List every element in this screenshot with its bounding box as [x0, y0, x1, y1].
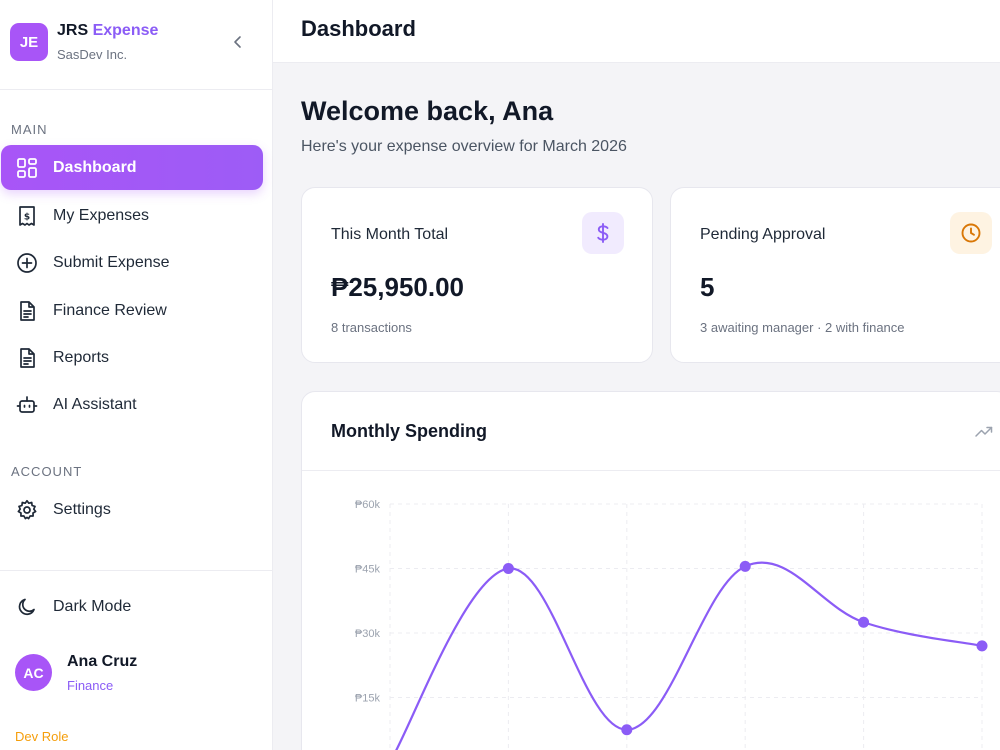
data-point: [621, 724, 633, 736]
stat-sub: 8 transactions: [331, 320, 412, 335]
page-title: Dashboard: [301, 16, 416, 41]
svg-text:$: $: [24, 212, 30, 222]
brand-logo: JE: [10, 23, 48, 61]
brand-name: JRS Expense: [57, 22, 158, 40]
user-name: Ana Cruz: [67, 653, 138, 670]
dev-role-link[interactable]: Dev Role: [15, 729, 68, 744]
brand-name-prefix: JRS: [57, 22, 89, 39]
stat-sub: 3 awaiting manager · 2 with finance: [700, 320, 905, 335]
clock-icon: [950, 212, 992, 254]
sidebar-item-submit-expense[interactable]: Submit Expense: [1, 240, 263, 285]
welcome-heading: Welcome back, Ana: [301, 96, 554, 126]
sidebar: JE JRS Expense SasDev Inc. MAIN Dashboar…: [0, 0, 273, 750]
dashboard-grid-icon: [15, 156, 39, 180]
stat-value: ₱25,950.00: [331, 272, 465, 302]
stat-card-month-total: This Month Total ₱25,950.00 8 transactio…: [301, 187, 653, 363]
sidebar-item-ai-assistant[interactable]: AI Assistant: [1, 382, 263, 427]
section-label-main: MAIN: [11, 122, 48, 137]
dollar-icon: [582, 212, 624, 254]
user-role: Finance: [67, 678, 114, 693]
stat-title: This Month Total: [331, 226, 449, 243]
y-tick-label: ₱15k: [355, 693, 381, 705]
monthly-spending-card: Monthly Spending ₱60k ₱45k ₱30k ₱15k: [301, 391, 1000, 750]
collapse-sidebar-button[interactable]: [228, 32, 248, 52]
sidebar-item-label: My Expenses: [53, 206, 150, 224]
sidebar-item-label: Settings: [53, 500, 111, 518]
sidebar-item-label: Submit Expense: [53, 253, 170, 271]
y-tick-label: ₱45k: [355, 564, 381, 576]
brand-subtitle: SasDev Inc.: [57, 47, 128, 62]
sidebar-item-settings[interactable]: Settings: [1, 487, 263, 532]
report-icon: [15, 346, 39, 370]
sidebar-item-finance-review[interactable]: Finance Review: [1, 288, 263, 333]
welcome-subtitle: Here's your expense overview for March 2…: [301, 138, 627, 155]
brand-name-accent: Expense: [92, 22, 159, 39]
document-icon: [15, 299, 39, 323]
sidebar-item-label: Dashboard: [53, 158, 137, 176]
stat-value: 5: [700, 272, 715, 302]
stat-title: Pending Approval: [700, 226, 826, 243]
sidebar-item-my-expenses[interactable]: $ My Expenses: [1, 193, 263, 238]
gear-icon: [15, 498, 39, 522]
avatar[interactable]: AC: [15, 654, 52, 691]
data-point: [976, 640, 988, 652]
plus-circle-icon: [15, 251, 39, 275]
brand-header: JE JRS Expense SasDev Inc.: [0, 0, 272, 90]
top-header: Dashboard: [273, 0, 1000, 63]
sidebar-item-label: Reports: [53, 348, 110, 366]
sidebar-item-dashboard[interactable]: Dashboard: [1, 145, 263, 190]
sidebar-item-label: Finance Review: [53, 301, 167, 319]
data-point: [502, 563, 514, 574]
sidebar-item-label: AI Assistant: [53, 395, 137, 413]
y-tick-label: ₱60k: [355, 499, 381, 511]
dark-mode-label: Dark Mode: [53, 597, 132, 615]
moon-icon: [15, 595, 39, 619]
robot-icon: [15, 393, 39, 417]
receipt-icon: $: [15, 204, 39, 228]
data-point: [739, 560, 751, 572]
monthly-spending-chart: ₱60k ₱45k ₱30k ₱15k: [355, 499, 988, 750]
data-point: [858, 616, 870, 628]
series-line: [395, 561, 983, 750]
chevron-left-icon: [234, 36, 241, 48]
dark-mode-toggle[interactable]: Dark Mode: [1, 584, 263, 629]
y-tick-label: ₱30k: [355, 628, 381, 640]
section-label-account: ACCOUNT: [11, 464, 83, 479]
sidebar-item-reports[interactable]: Reports: [1, 335, 263, 380]
stat-card-pending-approval: Pending Approval 5 3 awaiting manager · …: [670, 187, 1000, 363]
